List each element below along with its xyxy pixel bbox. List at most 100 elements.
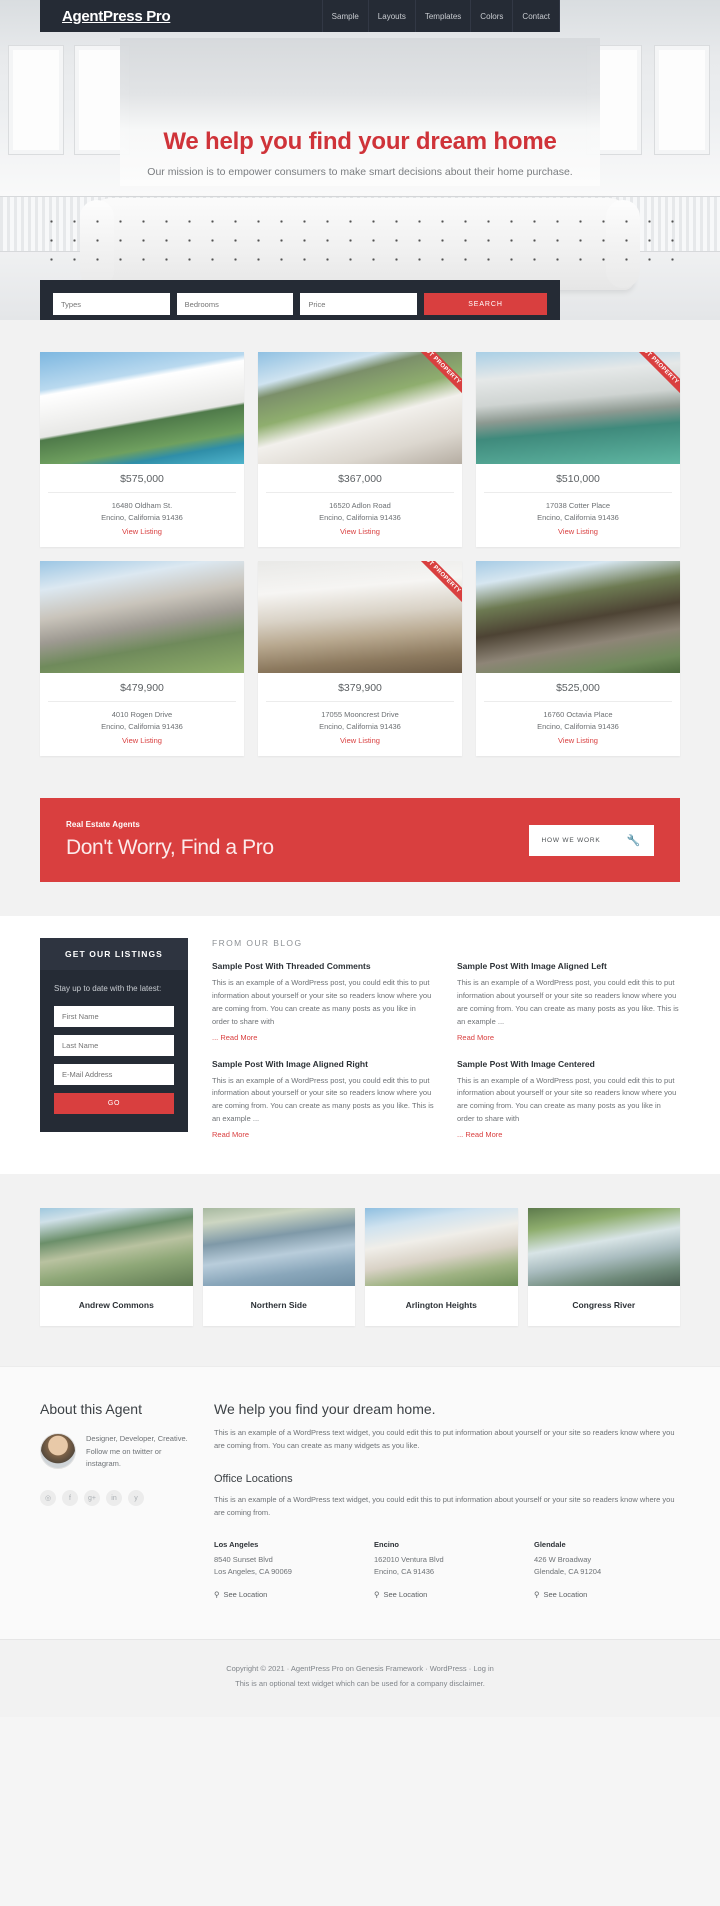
listing-address-line2: Encino, California 91436 [101, 722, 183, 731]
hero-section: AgentPress Pro Sample Layouts Templates … [0, 0, 720, 320]
listing-price: $379,900 [266, 682, 454, 702]
neighborhood-card[interactable]: Congress River [527, 1208, 680, 1327]
see-location-link[interactable]: ⚲ See Location [534, 1590, 680, 1599]
twitter-icon[interactable]: y [128, 1490, 144, 1507]
listing-price: $525,000 [484, 682, 672, 702]
neighborhood-name: Congress River [572, 1300, 636, 1311]
see-location-label: See Location [383, 1590, 428, 1600]
footer-main-text: This is an example of a WordPress text w… [214, 1428, 675, 1451]
blog-column: FROM OUR BLOG Sample Post With Threaded … [212, 938, 680, 1140]
nav-item-colors[interactable]: Colors [470, 0, 512, 32]
map-pin-icon: ⚲ [214, 1590, 220, 1600]
listing-card[interactable]: HOT PROPERTY $379,900 17055 Mooncrest Dr… [258, 561, 462, 756]
neighborhood-name: Andrew Commons [78, 1300, 154, 1311]
post-excerpt: This is an example of a WordPress post, … [457, 1075, 677, 1124]
listing-view-link[interactable]: View Listing [266, 527, 454, 536]
about-agent-widget: About this Agent Designer, Developer, Cr… [40, 1401, 188, 1599]
search-bedrooms-input[interactable] [176, 293, 294, 315]
post-title[interactable]: Sample Post With Image Aligned Left [457, 961, 680, 971]
listing-card[interactable]: HOT PROPERTY $510,000 17038 Cotter Place… [476, 352, 680, 547]
office-name: Los Angeles [214, 1539, 259, 1549]
listing-photo [476, 561, 680, 673]
blog-and-sidebar-section: GET OUR LISTINGS Stay up to date with th… [0, 916, 720, 1175]
avatar [40, 1433, 76, 1470]
read-more-link[interactable]: ... Read More [457, 1130, 502, 1139]
listing-address-line1: 16520 Adlon Road [329, 501, 391, 510]
see-location-link[interactable]: ⚲ See Location [374, 1590, 520, 1599]
hero-panel: We help you find your dream home Our mis… [120, 38, 600, 186]
google-plus-icon[interactable]: g+ [84, 1490, 100, 1507]
map-pin-icon: ⚲ [374, 1590, 380, 1600]
nav-item-layouts[interactable]: Layouts [367, 0, 415, 32]
first-name-input[interactable] [54, 1006, 174, 1027]
post-title[interactable]: Sample Post With Image Centered [457, 1059, 680, 1069]
listing-address-line2: Encino, California 91436 [537, 722, 619, 731]
hero-title: We help you find your dream home [163, 128, 557, 155]
neighborhoods-grid: Andrew Commons Northern Side Arlington H… [40, 1208, 680, 1327]
listing-view-link[interactable]: View Listing [48, 527, 236, 536]
read-more-link[interactable]: Read More [212, 1130, 249, 1139]
blog-post: Sample Post With Image Aligned Left This… [457, 961, 680, 1043]
neighborhood-card[interactable]: Northern Side [202, 1208, 355, 1327]
post-excerpt: This is an example of a WordPress post, … [212, 1075, 434, 1124]
listing-photo [40, 352, 244, 464]
search-submit-button[interactable]: SEARCH [424, 293, 548, 315]
listing-photo: HOT PROPERTY [476, 352, 680, 464]
listing-address-line1: 16480 Oldham St. [111, 501, 173, 510]
widget-title: GET OUR LISTINGS [40, 938, 188, 970]
listing-card[interactable]: $479,900 4010 Rogen Drive Encino, Califo… [40, 561, 244, 756]
search-price-input[interactable] [300, 293, 418, 315]
office-entry: Encino 162010 Ventura Blvd Encino, CA 91… [374, 1540, 520, 1600]
agent-bio: Designer, Developer, Creative. Follow me… [86, 1434, 188, 1468]
nav-item-contact[interactable]: Contact [512, 0, 560, 32]
listing-photo: HOT PROPERTY [258, 561, 462, 673]
listing-view-link[interactable]: View Listing [484, 527, 672, 536]
office-locations-text: This is an example of a WordPress text w… [214, 1494, 675, 1517]
listing-view-link[interactable]: View Listing [484, 736, 672, 745]
subscribe-submit-button[interactable]: GO [54, 1093, 174, 1114]
cta-section: Real Estate Agents Don't Worry, Find a P… [0, 786, 720, 916]
blog-post: Sample Post With Image Aligned Right Thi… [212, 1059, 435, 1141]
cta-banner: Real Estate Agents Don't Worry, Find a P… [40, 798, 680, 882]
listing-view-link[interactable]: View Listing [266, 736, 454, 745]
listing-price: $367,000 [266, 473, 454, 493]
neighborhood-card[interactable]: Andrew Commons [40, 1208, 193, 1327]
post-title[interactable]: Sample Post With Threaded Comments [212, 961, 435, 971]
how-we-work-button[interactable]: HOW WE WORK 🔧 [528, 824, 654, 856]
copyright-line: Copyright © 2021 · AgentPress Pro on Gen… [226, 1664, 494, 1674]
listing-card[interactable]: $575,000 16480 Oldham St. Encino, Califo… [40, 352, 244, 547]
listing-address-line2: Encino, California 91436 [319, 513, 401, 522]
office-name: Glendale [534, 1539, 566, 1549]
footer-main-title: We help you find your dream home. [214, 1401, 436, 1418]
linkedin-icon[interactable]: in [106, 1490, 122, 1507]
see-location-link[interactable]: ⚲ See Location [214, 1590, 360, 1599]
facebook-icon[interactable]: f [62, 1490, 78, 1507]
social-links: ◎ f g+ in y [40, 1490, 188, 1507]
post-excerpt: This is an example of a WordPress post, … [212, 978, 432, 1026]
listing-card[interactable]: HOT PROPERTY $367,000 16520 Adlon Road E… [258, 352, 462, 547]
map-pin-icon: ⚲ [534, 1590, 540, 1600]
dribbble-icon[interactable]: ◎ [40, 1490, 56, 1507]
search-types-input[interactable] [53, 293, 170, 315]
listing-price: $510,000 [484, 473, 672, 493]
listing-address-line1: 16760 Octavia Place [543, 710, 613, 719]
sofa-tufting-decor [40, 212, 680, 268]
last-name-input[interactable] [54, 1035, 174, 1056]
office-address-line2: Glendale, CA 91204 [534, 1567, 602, 1577]
post-title[interactable]: Sample Post With Image Aligned Right [212, 1059, 435, 1069]
office-address-line1: 162010 Ventura Blvd [374, 1554, 444, 1564]
neighborhood-card[interactable]: Arlington Heights [365, 1208, 518, 1327]
email-input[interactable] [54, 1064, 174, 1085]
nav-item-templates[interactable]: Templates [414, 0, 470, 32]
featured-listings-section: $575,000 16480 Oldham St. Encino, Califo… [0, 320, 720, 786]
site-logo[interactable]: AgentPress Pro [40, 0, 193, 32]
nav-item-sample[interactable]: Sample [321, 0, 368, 32]
read-more-link[interactable]: Read More [457, 1033, 494, 1042]
listing-view-link[interactable]: View Listing [48, 736, 236, 745]
window-decor [8, 45, 64, 155]
listing-address-line2: Encino, California 91436 [319, 722, 401, 731]
listing-card[interactable]: $525,000 16760 Octavia Place Encino, Cal… [476, 561, 680, 756]
site-credits: Copyright © 2021 · AgentPress Pro on Gen… [0, 1639, 720, 1717]
about-agent-title: About this Agent [40, 1401, 142, 1418]
read-more-link[interactable]: ... Read More [212, 1033, 257, 1042]
